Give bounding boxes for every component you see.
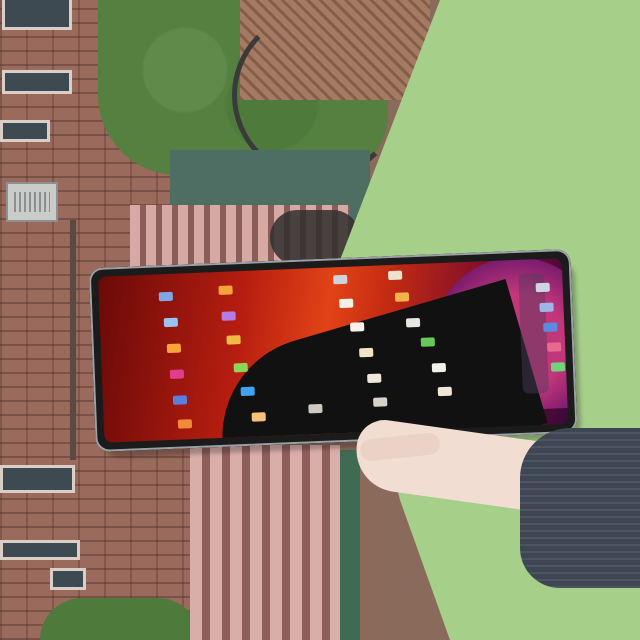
tablet-device [88,248,578,452]
tablet-screen [97,258,569,443]
stair-fence [190,445,340,640]
app-icon [177,419,193,429]
building-window [2,70,72,94]
app-icon [387,270,403,281]
air-conditioner [6,182,58,222]
dock-app-icon [539,302,554,313]
photo-scene [0,0,640,640]
app-icon [431,362,447,373]
app-icon [169,369,185,379]
dock-app-icon [535,282,550,293]
building-window [0,120,50,142]
building-window [50,568,86,590]
app-icon [367,373,382,384]
app-icon [437,386,453,397]
app-icon [233,362,248,373]
app-icon [251,412,266,422]
app-icon [420,337,436,347]
drain-pipe [70,220,76,460]
app-icon [394,292,410,302]
app-icon [166,343,182,354]
app-icon [339,298,354,309]
app-icon [359,347,374,358]
app-icon [221,311,236,321]
app-icon [240,386,255,397]
wallpaper-shadow [198,278,548,443]
app-icon [308,403,323,414]
dock-app-icon [550,362,566,372]
app-icon [172,395,188,405]
dock-app-icon [546,342,562,352]
app-icon [350,322,365,332]
building-window [2,0,72,30]
app-icon [373,397,388,407]
app-icon [226,335,241,345]
building-window [0,540,80,560]
app-icon [218,285,233,295]
app-icon [163,317,179,328]
sweater-sleeve [520,428,640,588]
building-window [0,465,75,493]
dock-app-icon [543,322,558,332]
app-icon [333,274,348,285]
app-icon [158,291,173,302]
app-icon [405,317,421,328]
ivy-foliage [40,598,200,640]
